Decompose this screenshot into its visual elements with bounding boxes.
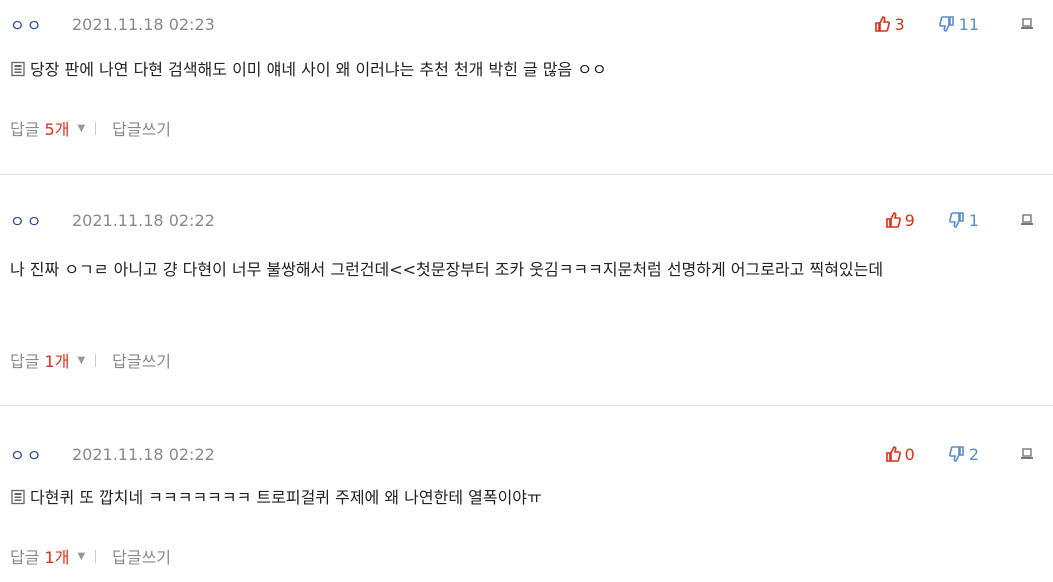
report-icon[interactable]: [1019, 446, 1035, 462]
thumbs-up-icon: [885, 212, 901, 228]
comment-meta: ㅇㅇ 2021.11.18 02:23 3 11: [10, 12, 1035, 36]
comment-body: 당장 판에 나연 다현 검색해도 이미 얘네 사이 왜 이러냐는 추천 천개 박…: [10, 56, 1040, 86]
dislike-count: 2: [968, 444, 979, 464]
comment-author[interactable]: ㅇㅇ: [10, 208, 72, 232]
dislike-count: 1: [968, 210, 979, 230]
write-reply-button[interactable]: 답글쓰기: [112, 116, 171, 140]
comment-author[interactable]: ㅇㅇ: [10, 12, 72, 36]
thumbs-down-icon: [948, 446, 965, 462]
caret-down-icon[interactable]: ▼: [77, 123, 85, 134]
thumbs-up-icon: [885, 446, 901, 462]
reply-bar: 답글 1개 ▼ 답글쓰기: [10, 544, 171, 568]
dislike-button[interactable]: 1: [948, 210, 979, 230]
comment-date: 2021.11.18 02:23: [72, 14, 215, 34]
reply-label: 답글: [10, 120, 45, 139]
comment-item: ㅇㅇ 2021.11.18 02:23 3 11 당장 판에 나연 다현 검색해…: [0, 12, 1053, 162]
thumbs-down-icon: [938, 16, 955, 32]
reply-label: 답글: [10, 352, 45, 371]
image-attachment-icon[interactable]: [10, 58, 26, 86]
reply-count: 1개: [44, 352, 70, 371]
like-count: 3: [894, 14, 905, 34]
comment-body: 다현퀴 또 깝치네 ㅋㅋㅋㅋㅋㅋㅋ 트로피걸퀴 주제에 왜 나연한테 열폭이야ㅠ: [10, 484, 1040, 514]
comment-item: ㅇㅇ 2021.11.18 02:22 0 2 다현퀴 또 깝치네 ㅋㅋㅋㅋㅋㅋ…: [0, 442, 1053, 582]
comment-text: 당장 판에 나연 다현 검색해도 이미 얘네 사이 왜 이러냐는 추천 천개 박…: [30, 60, 607, 79]
comment-text: 나 진짜 ㅇㄱㄹ 아니고 걍 다현이 너무 불쌍해서 그런건데<<첫문장부터 조…: [10, 260, 884, 279]
comment-divider: [0, 174, 1053, 175]
caret-down-icon[interactable]: ▼: [77, 355, 85, 366]
reply-toggle[interactable]: 답글 5개: [10, 116, 69, 140]
comment-date: 2021.11.18 02:22: [72, 444, 215, 464]
caret-down-icon[interactable]: ▼: [77, 551, 85, 562]
comment-date: 2021.11.18 02:22: [72, 210, 215, 230]
divider: [95, 549, 97, 563]
comment-body: 나 진짜 ㅇㄱㄹ 아니고 걍 다현이 너무 불쌍해서 그런건데<<첫문장부터 조…: [10, 256, 1040, 284]
like-count: 0: [904, 444, 915, 464]
like-button[interactable]: 9: [885, 211, 915, 230]
report-icon[interactable]: [1019, 212, 1035, 228]
like-count: 9: [904, 210, 915, 230]
reply-count: 1개: [44, 548, 70, 567]
divider: [95, 353, 97, 367]
comment-divider: [0, 405, 1053, 406]
reply-bar: 답글 1개 ▼ 답글쓰기: [10, 348, 171, 372]
comment-text: 다현퀴 또 깝치네 ㅋㅋㅋㅋㅋㅋㅋ 트로피걸퀴 주제에 왜 나연한테 열폭이야ㅠ: [30, 488, 542, 507]
reply-label: 답글: [10, 548, 45, 567]
image-attachment-icon[interactable]: [10, 486, 26, 514]
thumbs-up-icon: [874, 16, 891, 32]
write-reply-button[interactable]: 답글쓰기: [112, 348, 171, 372]
reply-bar: 답글 5개 ▼ 답글쓰기: [10, 116, 171, 140]
divider: [95, 121, 97, 135]
dislike-button[interactable]: 11: [938, 14, 979, 34]
comment-item: ㅇㅇ 2021.11.18 02:22 9 1 나 진짜 ㅇㄱㄹ 아니고 걍 다…: [0, 208, 1053, 388]
reply-toggle[interactable]: 답글 1개: [10, 348, 69, 372]
comment-meta: ㅇㅇ 2021.11.18 02:22 0 2: [10, 442, 1035, 466]
comment-author[interactable]: ㅇㅇ: [10, 442, 72, 466]
dislike-button[interactable]: 2: [948, 444, 979, 464]
write-reply-button[interactable]: 답글쓰기: [112, 544, 171, 568]
like-button[interactable]: 3: [874, 14, 905, 34]
comment-meta: ㅇㅇ 2021.11.18 02:22 9 1: [10, 208, 1035, 232]
thumbs-down-icon: [948, 212, 965, 228]
like-button[interactable]: 0: [885, 445, 915, 464]
reply-count: 5개: [44, 120, 70, 139]
reply-toggle[interactable]: 답글 1개: [10, 544, 69, 568]
report-icon[interactable]: [1019, 16, 1035, 32]
dislike-count: 11: [958, 14, 979, 34]
